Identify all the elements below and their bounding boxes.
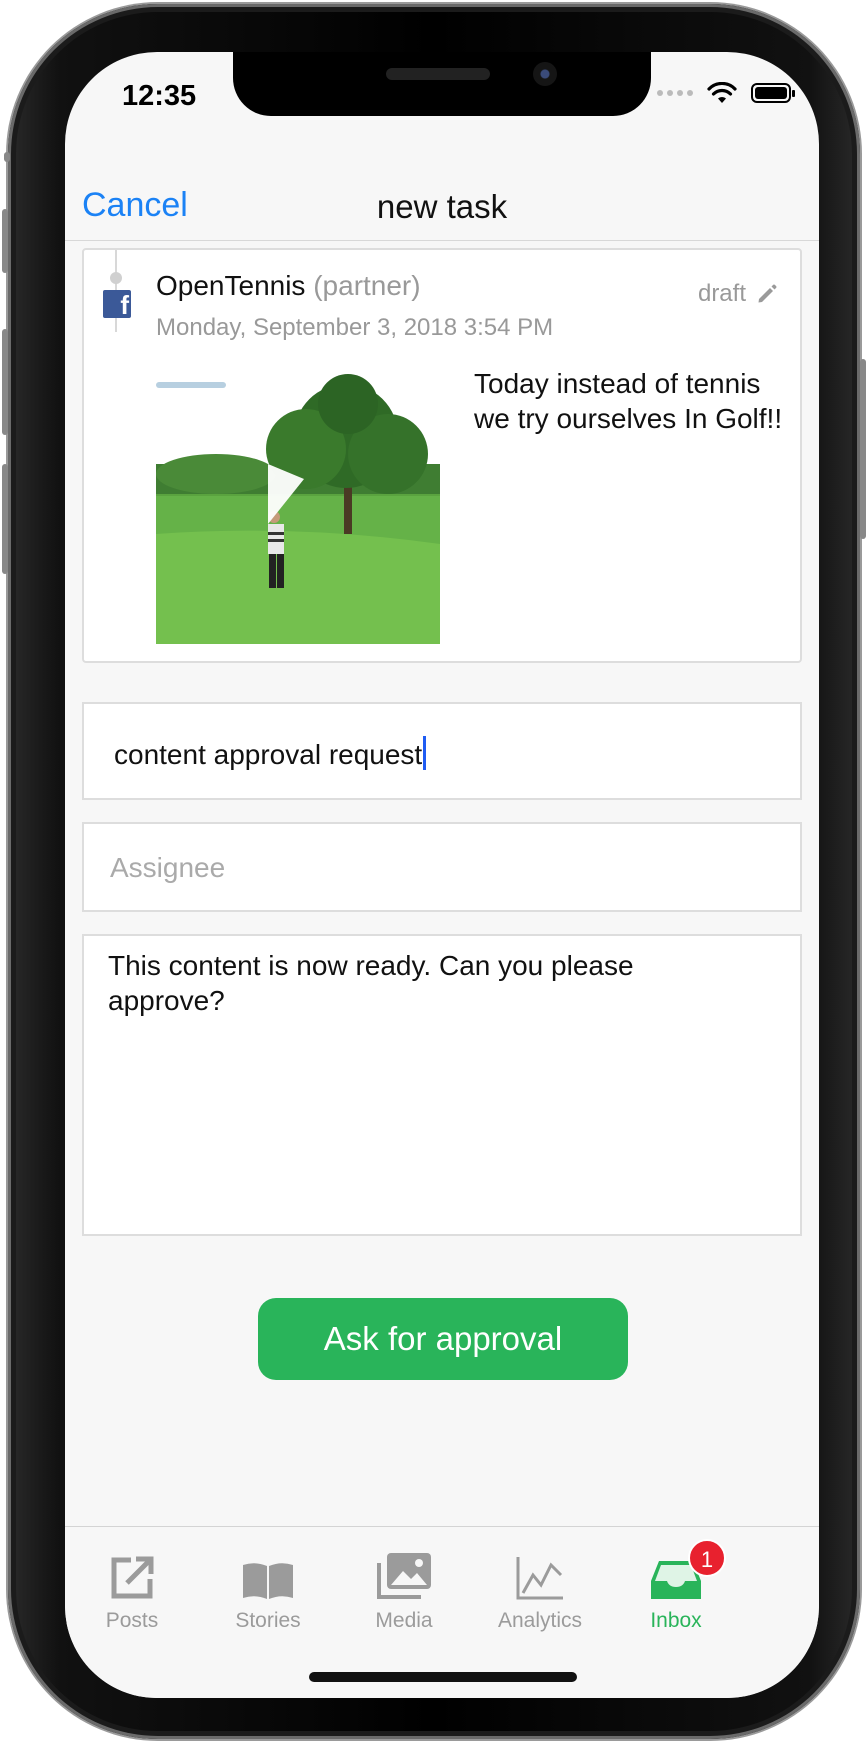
tab-media-label: Media <box>375 1609 433 1632</box>
nav-bar: Cancel new task <box>65 160 819 241</box>
chart-icon <box>516 1557 563 1600</box>
volume-down-button <box>2 329 8 435</box>
text-caret <box>423 736 427 770</box>
message-value: This content is now ready. Can you pleas… <box>108 950 634 1016</box>
external-link-icon <box>111 1556 154 1599</box>
subject-value: content approval request <box>114 736 427 771</box>
video-thumbnail[interactable] <box>156 374 440 644</box>
phone-frame: 12:35 Cancel new task f OpenTennis (part… <box>2 4 866 1739</box>
notch <box>233 52 651 116</box>
volume-up-button <box>2 209 8 273</box>
draft-label: draft <box>697 280 746 307</box>
pencil-icon <box>758 284 777 303</box>
tab-posts[interactable]: Posts <box>72 1537 192 1633</box>
account-name: OpenTennis (partner) <box>156 270 421 302</box>
signal-dots-icon <box>657 90 693 96</box>
assignee-field[interactable]: Assignee <box>82 822 802 912</box>
tab-analytics-label: Analytics <box>497 1609 583 1632</box>
side-button <box>4 152 10 162</box>
book-icon <box>243 1563 293 1599</box>
tab-posts-label: Posts <box>105 1609 159 1632</box>
tab-media[interactable]: Media <box>344 1537 464 1633</box>
golf-scene-image <box>156 374 440 644</box>
page-title: new task <box>376 188 508 225</box>
facebook-icon: f <box>103 290 131 318</box>
inbox-badge: 1 <box>688 1539 726 1577</box>
status-indicators <box>657 82 795 104</box>
subject-field[interactable]: content approval request <box>82 702 802 800</box>
home-indicator[interactable] <box>309 1672 577 1682</box>
front-camera <box>533 62 557 86</box>
tab-stories-label: Stories <box>235 1609 301 1632</box>
draft-status[interactable]: draft <box>698 280 778 308</box>
photos-icon <box>377 1553 431 1599</box>
subject-text: content approval request <box>114 739 423 770</box>
tab-stories[interactable]: Stories <box>208 1537 328 1633</box>
wifi-icon <box>707 82 737 103</box>
assignee-placeholder: Assignee <box>110 852 226 883</box>
tab-inbox-label: Inbox <box>650 1609 702 1632</box>
speaker <box>386 68 490 80</box>
account-name-text: OpenTennis <box>156 270 306 301</box>
screen: 12:35 Cancel new task f OpenTennis (part… <box>65 52 819 1698</box>
post-text: Today instead of tennis we try ourselves… <box>474 368 783 434</box>
mute-switch <box>2 464 8 574</box>
account-role: (partner) <box>313 270 421 301</box>
ask-for-approval-button[interactable]: Ask for approval <box>258 1298 628 1380</box>
post-date: Monday, September 3, 2018 3:54 PM <box>156 314 554 341</box>
battery-icon <box>751 83 795 103</box>
tab-inbox[interactable]: Inbox 1 <box>616 1537 736 1633</box>
status-time: 12:35 <box>122 80 197 112</box>
power-button <box>860 359 866 539</box>
tab-analytics[interactable]: Analytics <box>480 1537 600 1633</box>
post-preview-card[interactable]: f OpenTennis (partner) Monday, September… <box>82 248 802 663</box>
timeline-dot <box>110 272 122 284</box>
message-textarea[interactable]: This content is now ready. Can you pleas… <box>82 934 802 1236</box>
